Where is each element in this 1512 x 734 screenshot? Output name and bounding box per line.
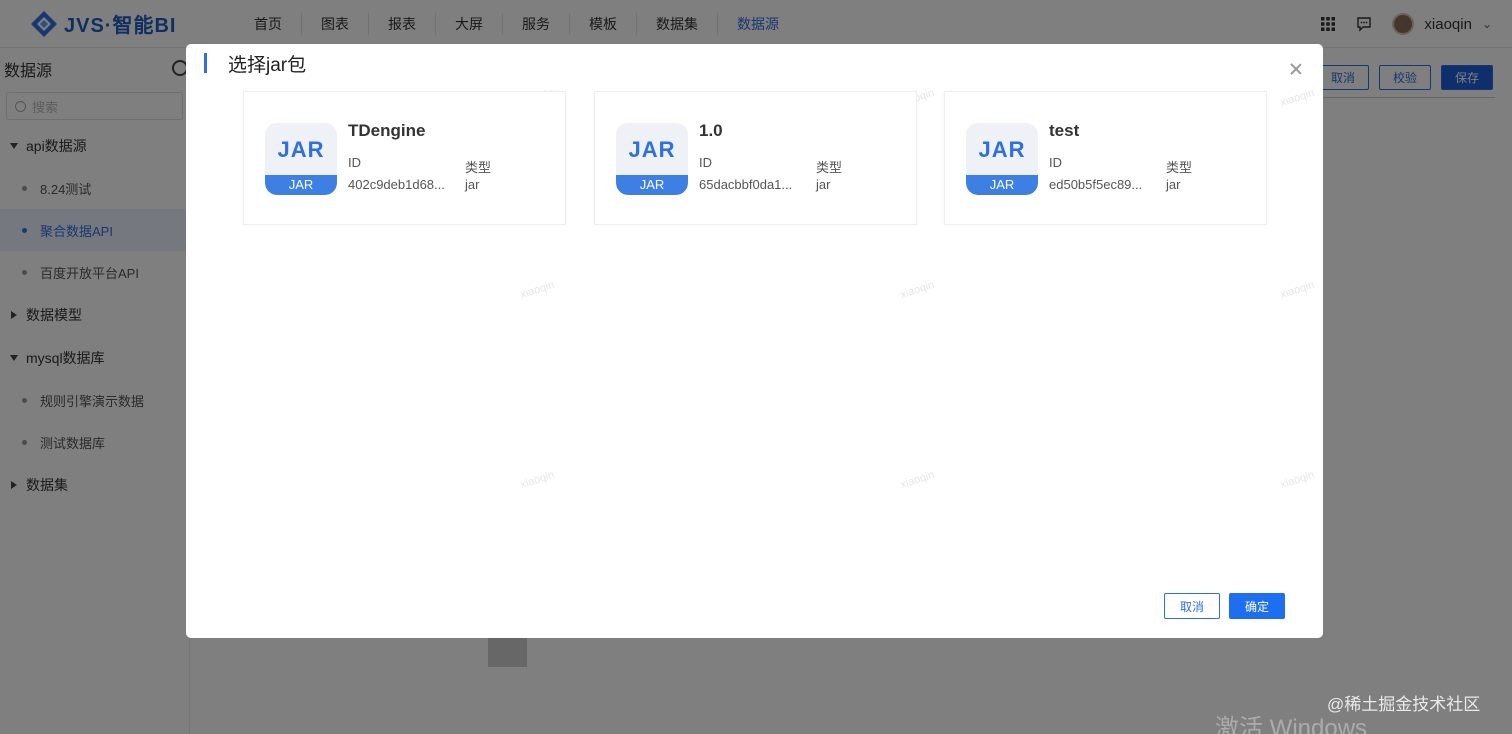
dialog-confirm-button[interactable]: 确定 bbox=[1229, 593, 1285, 619]
watermark-text: xiaoqin bbox=[1278, 86, 1316, 110]
jar-type-label: 类型 bbox=[816, 160, 843, 175]
select-jar-dialog: 选择jar包 xiaoqin xiaoqin xiaoqin xiaoqin x… bbox=[186, 44, 1323, 638]
jar-name: 1.0 bbox=[699, 121, 723, 140]
close-icon[interactable] bbox=[1289, 62, 1303, 76]
watermark-text: xiaoqin bbox=[898, 468, 936, 492]
jar-card[interactable]: JAR JAR 1.0 ID 65dacbbf0da1... 类型 jar bbox=[594, 91, 917, 225]
jar-id-label: ID bbox=[699, 155, 712, 170]
watermark-text: xiaoqin bbox=[898, 278, 936, 302]
windows-activation-watermark: 激活 Windows bbox=[1215, 715, 1368, 734]
dialog-cancel-button[interactable]: 取消 bbox=[1164, 593, 1220, 619]
title-accent-bar bbox=[204, 53, 207, 73]
jar-type-value: jar bbox=[465, 177, 480, 192]
watermark-text: xiaoqin bbox=[518, 278, 556, 302]
jar-type-label: 类型 bbox=[465, 160, 492, 175]
jar-name: test bbox=[1049, 121, 1080, 140]
jar-file-icon: JAR JAR bbox=[265, 123, 337, 195]
jar-name: TDengine bbox=[348, 121, 426, 140]
jar-id-label: ID bbox=[348, 155, 361, 170]
watermark-text: xiaoqin bbox=[1278, 468, 1316, 492]
jar-card[interactable]: JAR JAR TDengine ID 402c9deb1d68... 类型 j… bbox=[243, 91, 566, 225]
jar-file-icon: JAR JAR bbox=[966, 123, 1038, 195]
dialog-footer: 取消 确定 bbox=[1164, 593, 1285, 619]
jar-id-value: 65dacbbf0da1... bbox=[699, 177, 793, 192]
jar-type-label: 类型 bbox=[1166, 160, 1193, 175]
jar-id-value: ed50b5f5ec89... bbox=[1049, 177, 1143, 192]
jar-id-value: 402c9deb1d68... bbox=[348, 177, 445, 192]
jar-file-icon: JAR JAR bbox=[616, 123, 688, 195]
watermark-text: xiaoqin bbox=[518, 468, 556, 492]
jar-card[interactable]: JAR JAR test ID ed50b5f5ec89... 类型 jar bbox=[944, 91, 1267, 225]
jar-id-label: ID bbox=[1049, 155, 1062, 170]
dialog-title: 选择jar包 bbox=[204, 52, 307, 76]
dialog-title-text: 选择jar包 bbox=[228, 54, 307, 76]
jar-type-value: jar bbox=[1166, 177, 1181, 192]
watermark-text: xiaoqin bbox=[1278, 278, 1316, 302]
jar-type-value: jar bbox=[816, 177, 831, 192]
